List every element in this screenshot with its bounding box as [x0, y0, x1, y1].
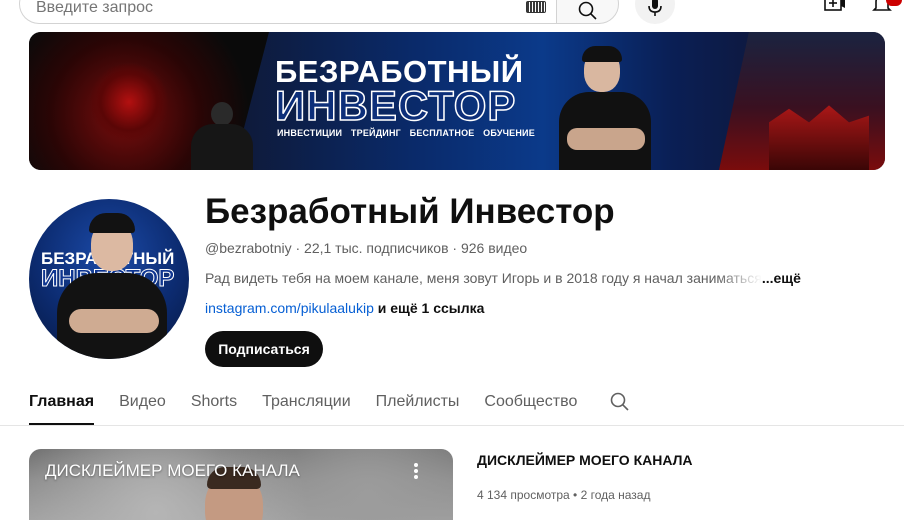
channel-banner: БЕЗРАБОТНЫЙ ИНВЕСТОР ИНВЕСТИЦИИ ТРЕЙДИНГ… — [29, 32, 885, 170]
channel-meta: @bezrabotniy · 22,1 тыс. подписчиков · 9… — [205, 240, 528, 256]
banner-person — [551, 40, 661, 170]
tab-community[interactable]: Сообщество — [484, 390, 577, 425]
search-button[interactable] — [556, 0, 619, 24]
channel-description[interactable]: Рад видеть тебя на моем канале, меня зов… — [205, 270, 805, 286]
banner-figure-left — [187, 102, 257, 170]
create-icon[interactable] — [824, 0, 846, 12]
search-icon — [578, 1, 597, 20]
featured-video-thumbnail[interactable]: ДИСКЛЕЙМЕР МОЕГО КАНАЛА — [29, 449, 453, 520]
video-overlay-title: ДИСКЛЕЙМЕР МОЕГО КАНАЛА — [45, 461, 300, 480]
subscribe-button[interactable]: Подписаться — [205, 331, 323, 367]
channel-links: instagram.com/pikulaalukip и ещё 1 ссылк… — [205, 300, 484, 316]
channel-search-icon[interactable] — [610, 392, 630, 412]
tab-playlists[interactable]: Плейлисты — [376, 390, 460, 425]
description-text: Рад видеть тебя на моем канале, меня зов… — [205, 270, 762, 286]
notification-badge — [886, 0, 902, 6]
instagram-link[interactable]: instagram.com/pikulaalukip — [205, 300, 374, 316]
search-box[interactable] — [19, 0, 556, 24]
tab-shorts[interactable]: Shorts — [191, 390, 237, 425]
featured-video-meta: 4 134 просмотра • 2 года назад — [477, 488, 651, 502]
banner-title-line2: ИНВЕСТОР — [274, 82, 517, 129]
featured-video-title[interactable]: ДИСКЛЕЙМЕР МОЕГО КАНАЛА — [477, 452, 693, 468]
banner-car-wheel — [89, 62, 169, 142]
search-input[interactable] — [36, 0, 516, 17]
tab-live[interactable]: Трансляции — [262, 390, 351, 425]
banner-tags: ИНВЕСТИЦИИ ТРЕЙДИНГ БЕСПЛАТНОЕ ОБУЧЕНИЕ — [277, 128, 535, 138]
channel-avatar[interactable]: БЕЗРАБОТНЫЙ ИНВЕСТОР — [29, 199, 189, 359]
channel-tabs: Главная Видео Shorts Трансляции Плейлист… — [29, 390, 602, 426]
tab-home[interactable]: Главная — [29, 390, 95, 425]
description-more-link[interactable]: ...ещё — [762, 270, 801, 286]
keyboard-icon[interactable] — [526, 1, 546, 13]
mic-icon — [648, 0, 662, 16]
channel-name: Безработный Инвестор — [205, 192, 615, 231]
more-links-button[interactable]: и ещё 1 ссылка — [374, 300, 485, 316]
tab-videos[interactable]: Видео — [119, 390, 166, 425]
tabs-divider — [0, 425, 904, 426]
voice-search-button[interactable] — [635, 0, 675, 24]
more-vert-icon[interactable] — [413, 463, 419, 481]
